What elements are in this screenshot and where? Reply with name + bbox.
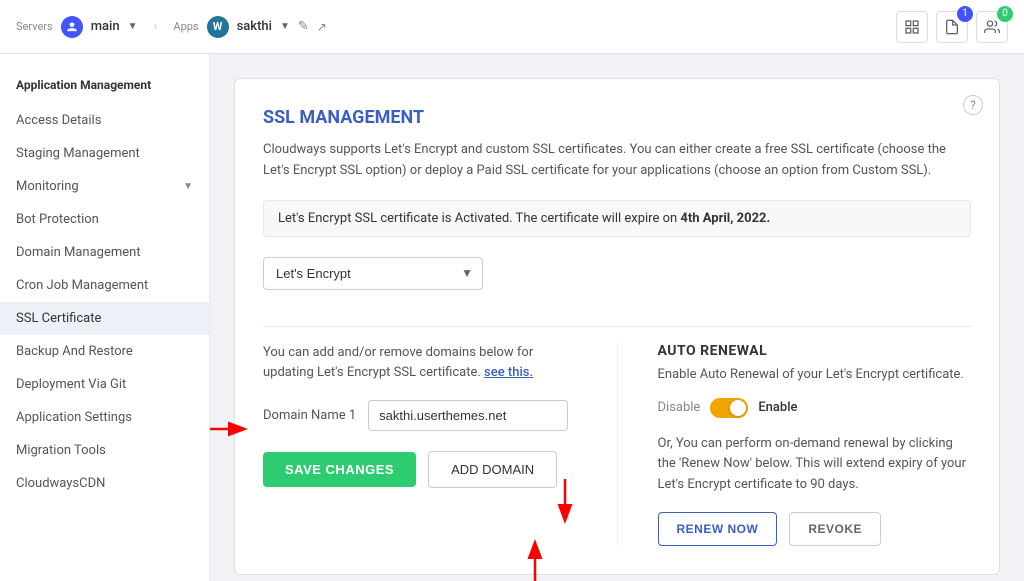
help-icon[interactable]: ? — [963, 95, 983, 115]
main-content: ? SSL MANAGEMENT Cloudways supports Let'… — [210, 54, 1024, 581]
server-icon — [61, 16, 83, 38]
button-row: SAVE CHANGES ADD DOMAIN — [263, 451, 577, 488]
sidebar-item-backup[interactable]: Backup And Restore — [0, 335, 209, 368]
ssl-select-wrapper[interactable]: Let's Encrypt Custom SSL ▼ — [263, 257, 483, 290]
sidebar-item-ssl[interactable]: SSL Certificate — [0, 302, 209, 335]
renew-now-button[interactable]: RENEW NOW — [658, 512, 778, 546]
red-arrow-sidebar — [210, 414, 255, 444]
ssl-management-card: ? SSL MANAGEMENT Cloudways supports Let'… — [234, 78, 1000, 575]
users-icon-btn[interactable]: 0 — [976, 11, 1008, 43]
auto-renewal-desc: Enable Auto Renewal of your Let's Encryp… — [658, 367, 972, 382]
divider — [263, 326, 971, 327]
app-dropdown-icon[interactable]: ▼ — [280, 21, 290, 32]
sidebar-item-bot-protection[interactable]: Bot Protection — [0, 203, 209, 236]
domain-row: Domain Name 1 — [263, 400, 577, 431]
topbar: Servers main ▼ › Apps W sakthi ▼ ✎ ↗ 1 0 — [0, 0, 1024, 54]
toggle-enable-label: Enable — [758, 400, 797, 415]
toggle-row: Disable Enable — [658, 398, 972, 418]
external-link-icon[interactable]: ↗ — [317, 20, 327, 34]
topbar-separator: › — [153, 19, 157, 34]
apps-label: Apps — [173, 20, 198, 33]
auto-renewal-toggle[interactable] — [710, 398, 748, 418]
sidebar-item-access-details[interactable]: Access Details — [0, 104, 209, 137]
revoke-button[interactable]: REVOKE — [789, 512, 881, 546]
sidebar-item-cdn[interactable]: CloudwaysCDN — [0, 467, 209, 500]
files-badge: 1 — [957, 6, 973, 22]
section-title: SSL MANAGEMENT — [263, 107, 971, 128]
left-column: You can add and/or remove domains below … — [263, 343, 577, 546]
auto-renewal-title: AUTO RENEWAL — [658, 343, 972, 359]
layout-icon-btn[interactable] — [896, 11, 928, 43]
domain-label: Domain Name 1 — [263, 408, 356, 423]
topbar-icon-group: 1 0 — [896, 11, 1008, 43]
ssl-select[interactable]: Let's Encrypt Custom SSL — [263, 257, 483, 290]
server-dropdown-icon[interactable]: ▼ — [128, 21, 138, 32]
toggle-knob — [730, 400, 746, 416]
chevron-down-icon: ▼ — [183, 181, 193, 192]
domain-input[interactable] — [368, 400, 568, 431]
domain-desc: You can add and/or remove domains below … — [263, 343, 577, 385]
server-section: Servers main ▼ — [16, 16, 137, 38]
sidebar-item-staging[interactable]: Staging Management — [0, 137, 209, 170]
two-col-layout: You can add and/or remove domains below … — [263, 343, 971, 546]
section-desc: Cloudways supports Let's Encrypt and cus… — [263, 140, 971, 182]
sidebar-item-deployment[interactable]: Deployment Via Git — [0, 368, 209, 401]
sidebar: Application Management Access Details St… — [0, 54, 210, 581]
sidebar-item-domain[interactable]: Domain Management — [0, 236, 209, 269]
sidebar-item-cron[interactable]: Cron Job Management — [0, 269, 209, 302]
renewal-buttons: RENEW NOW REVOKE — [658, 512, 972, 546]
add-domain-button[interactable]: ADD DOMAIN — [428, 451, 557, 488]
layout: Application Management Access Details St… — [0, 54, 1024, 581]
sidebar-item-migration[interactable]: Migration Tools — [0, 434, 209, 467]
save-changes-button[interactable]: SAVE CHANGES — [263, 452, 416, 487]
sidebar-item-monitoring[interactable]: Monitoring ▼ — [0, 170, 209, 203]
status-text: Let's Encrypt SSL certificate is Activat… — [278, 211, 680, 226]
files-icon-btn[interactable]: 1 — [936, 11, 968, 43]
sidebar-section-title: Application Management — [0, 70, 209, 104]
toggle-disable-label: Disable — [658, 400, 701, 415]
wp-icon: W — [207, 16, 229, 38]
servers-label: Servers — [16, 20, 53, 33]
status-bar: Let's Encrypt SSL certificate is Activat… — [263, 200, 971, 237]
see-this-link[interactable]: see this. — [484, 365, 533, 380]
edit-icon[interactable]: ✎ — [298, 19, 309, 34]
server-name[interactable]: main — [91, 19, 120, 34]
right-column: AUTO RENEWAL Enable Auto Renewal of your… — [617, 343, 972, 546]
renewal-text: Or, You can perform on-demand renewal by… — [658, 434, 972, 496]
sidebar-item-app-settings[interactable]: Application Settings — [0, 401, 209, 434]
users-badge: 0 — [997, 6, 1013, 22]
app-name[interactable]: sakthi — [237, 19, 272, 34]
app-section: Apps W sakthi ▼ ✎ ↗ — [173, 16, 326, 38]
status-date: 4th April, 2022. — [680, 211, 770, 226]
